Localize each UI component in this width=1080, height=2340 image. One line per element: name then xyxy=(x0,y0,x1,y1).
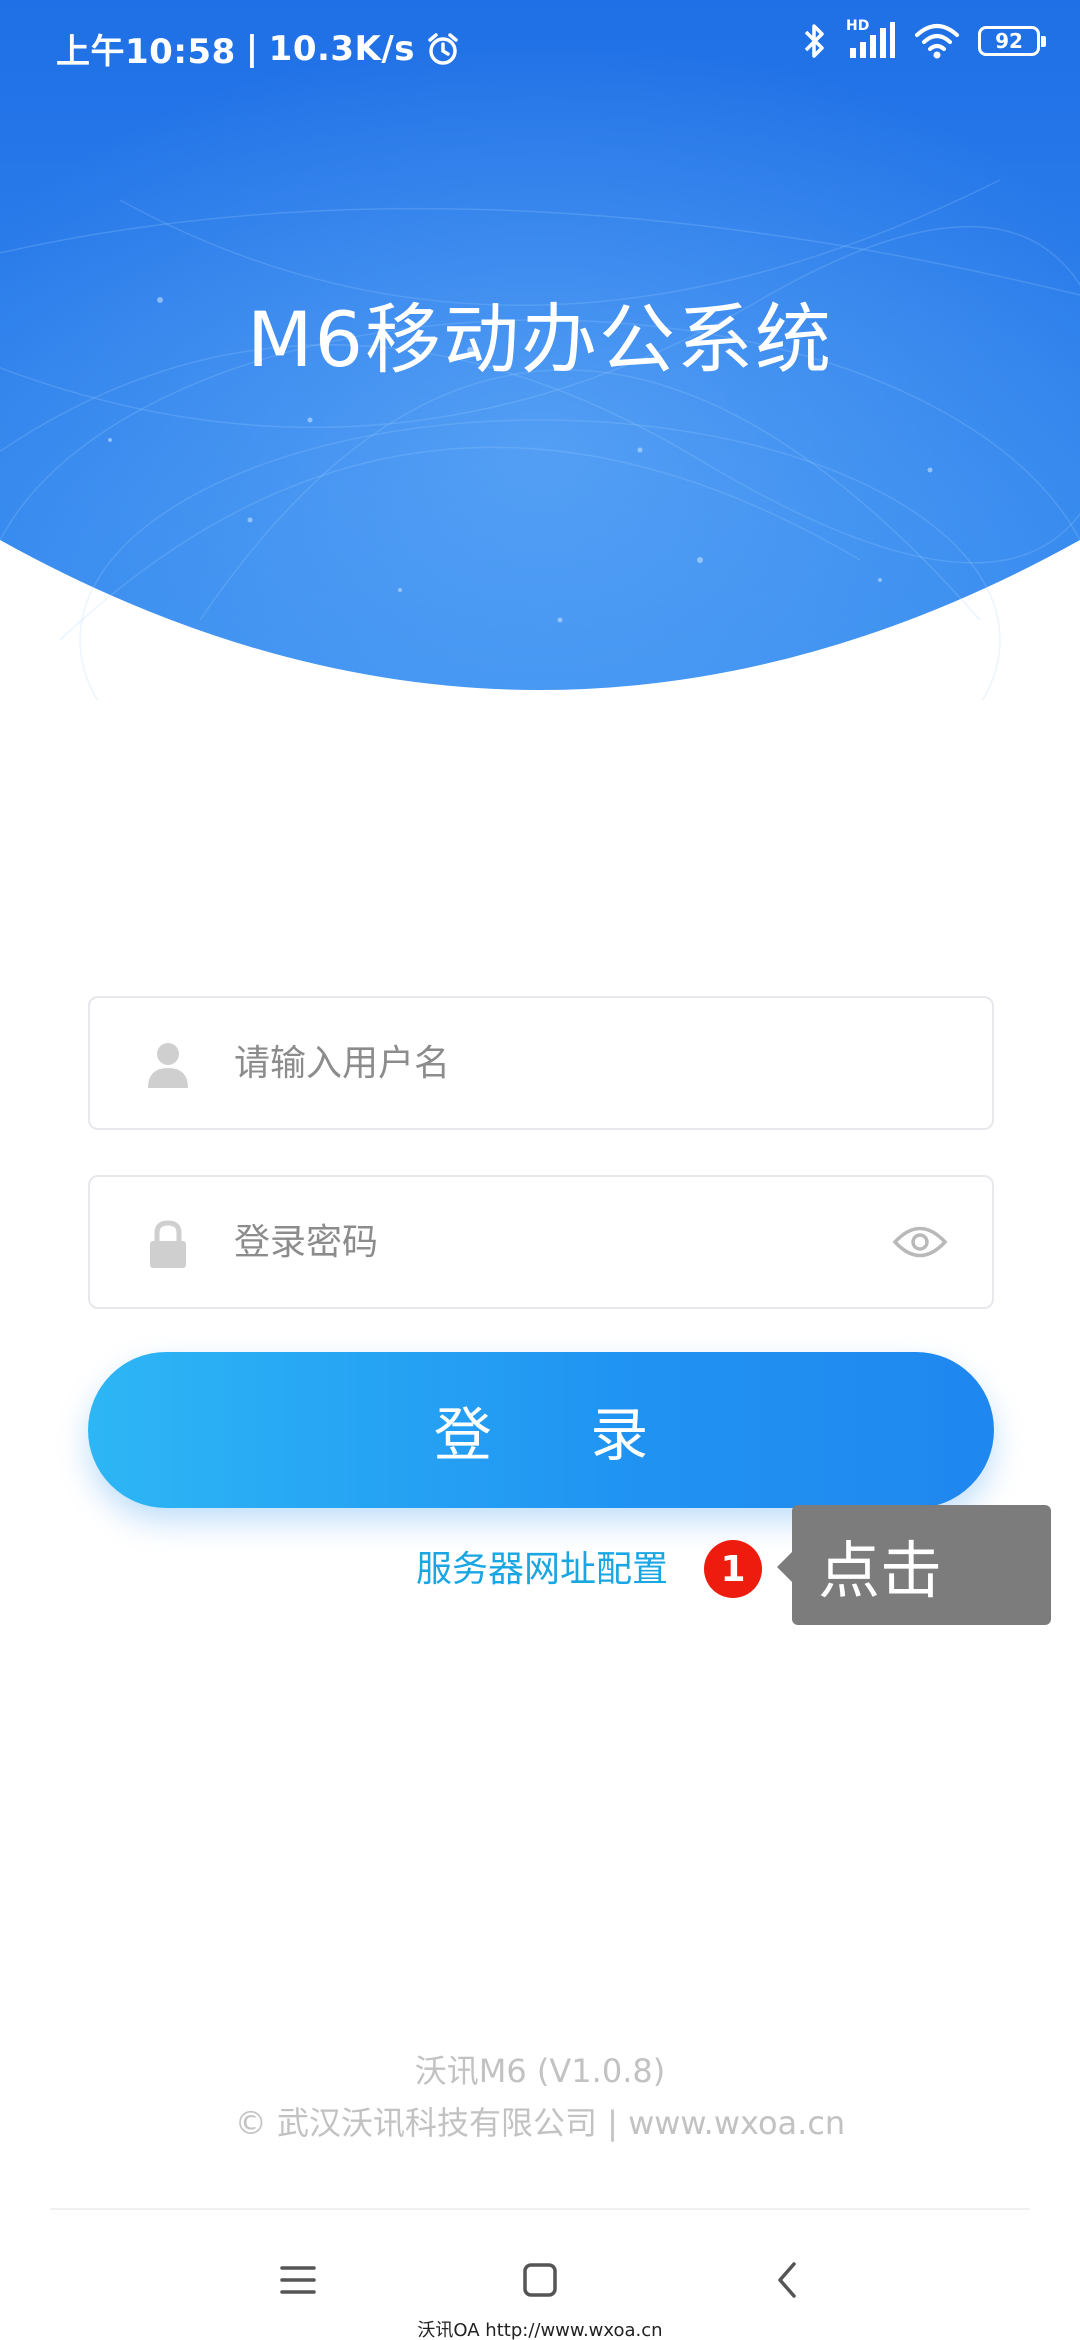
nav-divider xyxy=(50,2208,1030,2210)
login-button[interactable]: 登 录 xyxy=(88,1352,994,1508)
watermark-text: 沃讯OA http://www.wxoa.cn xyxy=(417,2320,663,2340)
status-right: HD 92 xyxy=(802,18,1046,60)
server-config-link[interactable]: 服务器网址配置 xyxy=(416,1540,668,1592)
app-title: M6移动办公系统 xyxy=(247,295,833,384)
menu-icon[interactable] xyxy=(270,2252,326,2308)
bluetooth-icon xyxy=(804,24,824,58)
user-icon xyxy=(148,1043,188,1088)
status-separator: | xyxy=(245,28,259,69)
battery-indicator: 92 xyxy=(978,26,1046,56)
network-speed: 10.3K/s xyxy=(268,28,416,69)
status-bar: 上午10:58 | 10.3K/s HD 92 xyxy=(0,0,1080,96)
tooltip-callout: 点击 xyxy=(792,1505,1051,1625)
login-screen: 上午10:58 | 10.3K/s HD 92 M6移动办公系统 请输入用户名 … xyxy=(0,0,1080,2340)
home-square-icon[interactable] xyxy=(512,2252,568,2308)
tooltip-arrow xyxy=(777,1552,792,1582)
tooltip-text: 点击 xyxy=(818,1534,943,1607)
battery-level: 92 xyxy=(995,29,1023,53)
cellular-signal-icon: HD xyxy=(846,18,896,60)
copyright-text: © 武汉沃讯科技有限公司 | www.wxoa.cn xyxy=(234,2104,846,2142)
step-number-badge: 1 xyxy=(704,1540,762,1598)
status-left: 上午10:58 | 10.3K/s xyxy=(56,24,461,73)
username-field[interactable] xyxy=(88,996,994,1130)
eye-icon[interactable] xyxy=(892,1221,948,1263)
alarm-clock-icon xyxy=(428,32,458,65)
status-time: 上午10:58 xyxy=(56,32,236,72)
password-input[interactable] xyxy=(234,1177,874,1307)
back-chevron-icon[interactable] xyxy=(760,2252,816,2308)
app-version: 沃讯M6 (V1.0.8) xyxy=(414,2052,666,2090)
password-field[interactable] xyxy=(88,1175,994,1309)
lock-icon xyxy=(150,1220,186,1268)
wifi-icon xyxy=(915,24,959,59)
username-input[interactable] xyxy=(234,998,874,1128)
